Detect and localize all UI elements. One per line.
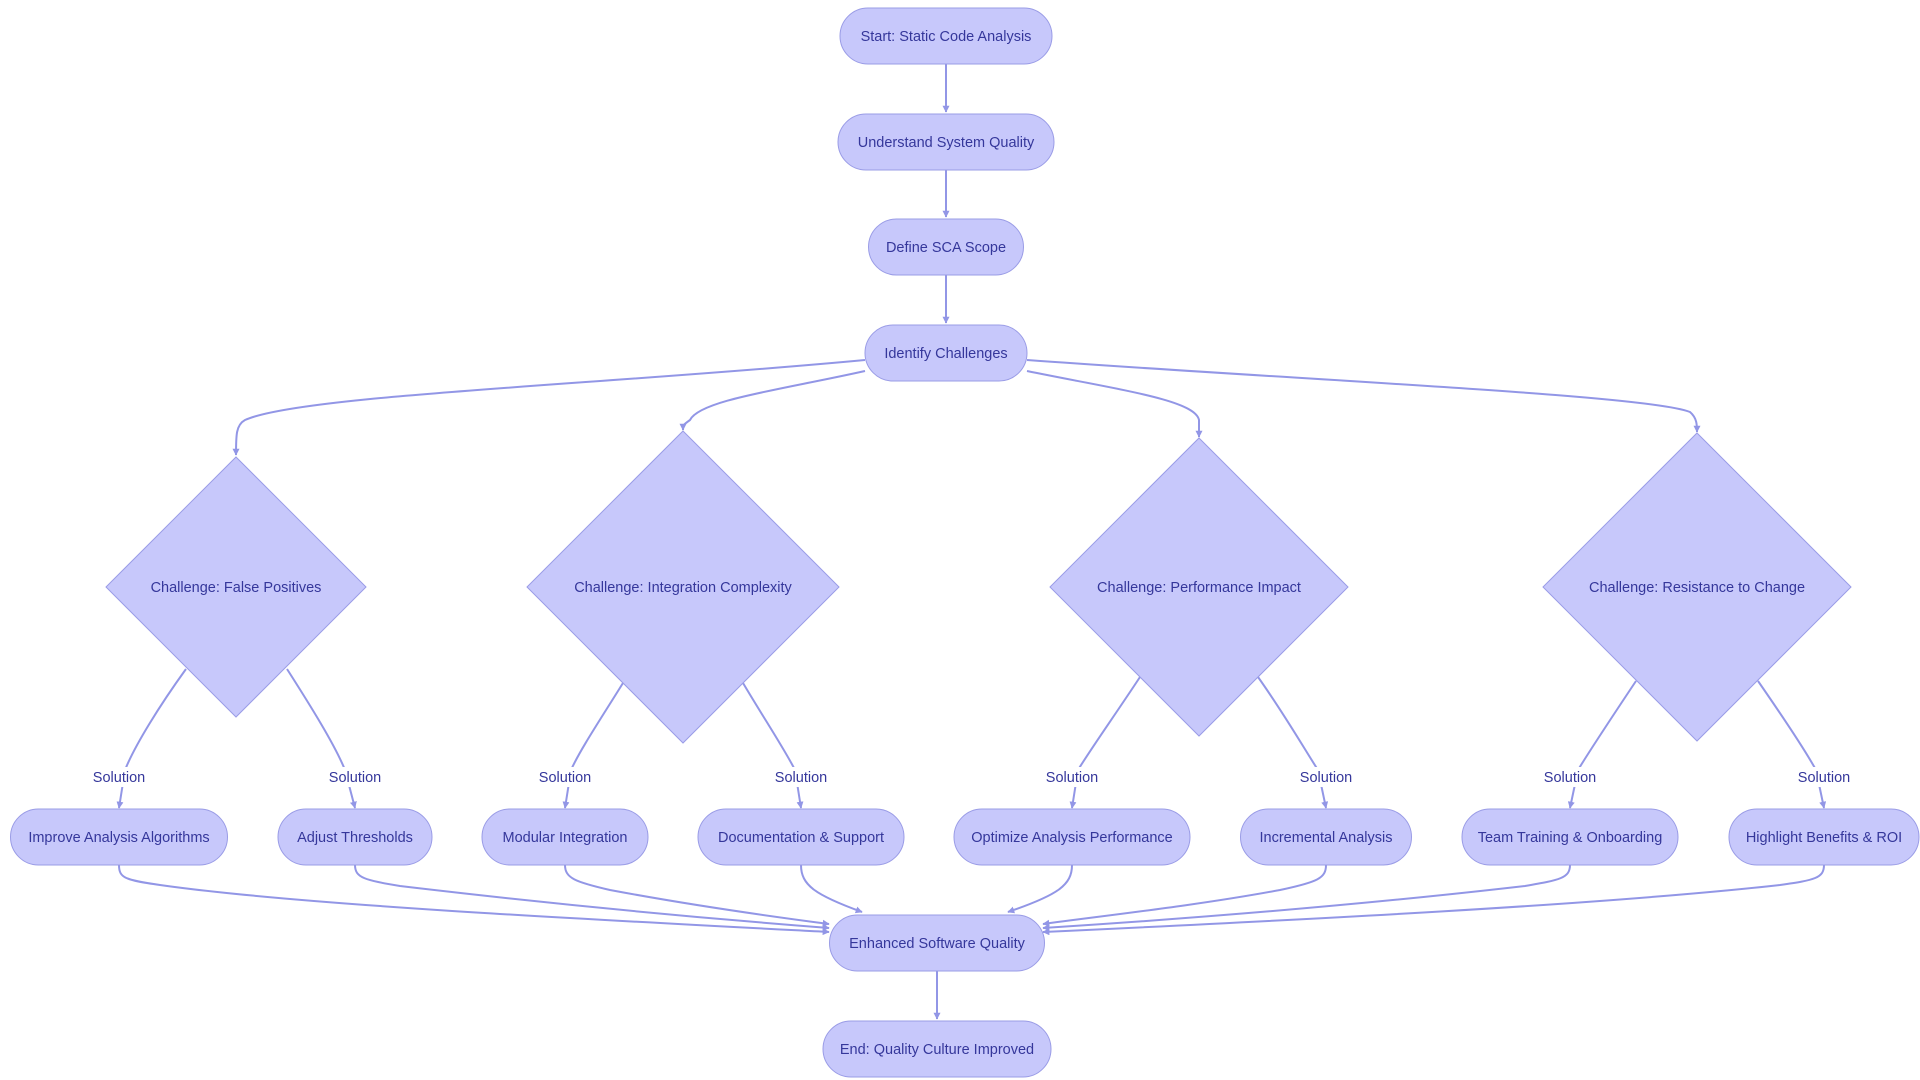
edge-label-solution: Solution	[1798, 770, 1850, 786]
node-label: Challenge: Resistance to Change	[1589, 580, 1805, 596]
node-identify[interactable]: Identify Challenges	[864, 324, 1028, 382]
edge-label-solution: Solution	[1300, 770, 1352, 786]
edge-label-solution: Solution	[1046, 770, 1098, 786]
node-label: Adjust Thresholds	[297, 830, 413, 846]
node-label: Highlight Benefits & ROI	[1746, 830, 1902, 846]
edge-labels-layer: Solution Solution Solution Solution Solution…	[89, 767, 1854, 787]
node-label: Modular Integration	[503, 830, 628, 846]
node-label: Enhanced Software Quality	[849, 936, 1025, 952]
node-label: Optimize Analysis Performance	[971, 830, 1172, 846]
node-understand[interactable]: Understand System Quality	[837, 113, 1055, 171]
node-label: Start: Static Code Analysis	[861, 29, 1032, 45]
node-label: Understand System Quality	[858, 135, 1035, 151]
edge-identify-c2	[679, 370, 866, 431]
node-s4[interactable]: Documentation & Support	[697, 808, 905, 866]
edge-c3-s5	[1069, 676, 1141, 809]
node-c2[interactable]: Challenge: Integration Complexity	[526, 430, 840, 744]
node-s5[interactable]: Optimize Analysis Performance	[953, 808, 1191, 866]
node-s1[interactable]: Improve Analysis Algorithms	[10, 808, 228, 866]
edge-c1-s2	[286, 668, 357, 809]
edge-label-solution: Solution	[539, 770, 591, 786]
edge-c1-s1	[116, 668, 187, 809]
nodes-layer: Start: Static Code Analysis Understand Sy…	[10, 7, 1920, 1078]
edge-c2-s3	[562, 682, 624, 809]
node-label: Challenge: Integration Complexity	[574, 580, 792, 596]
edge-s5-enhanced	[1007, 864, 1073, 914]
edge-identify-c1	[232, 359, 866, 456]
edge-c2-s4	[742, 682, 804, 809]
node-label: Team Training & Onboarding	[1478, 830, 1663, 846]
edge-c4-s8	[1757, 680, 1827, 809]
edge-s6-enhanced	[1042, 864, 1327, 927]
edge-s3-enhanced	[564, 864, 830, 927]
node-c3[interactable]: Challenge: Performance Impact	[1049, 437, 1349, 737]
edge-identify-c3	[1026, 370, 1203, 438]
node-s8[interactable]: Highlight Benefits & ROI	[1728, 808, 1920, 866]
node-s2[interactable]: Adjust Thresholds	[277, 808, 433, 866]
node-enhanced[interactable]: Enhanced Software Quality	[829, 914, 1045, 972]
node-label: Challenge: Performance Impact	[1097, 580, 1301, 596]
node-s6[interactable]: Incremental Analysis	[1240, 808, 1412, 866]
node-s3[interactable]: Modular Integration	[481, 808, 649, 866]
node-c4[interactable]: Challenge: Resistance to Change	[1542, 432, 1852, 742]
node-label: Identify Challenges	[884, 346, 1007, 362]
flowchart-canvas: Start: Static Code Analysis Understand Sy…	[10, 7, 1920, 1078]
edge-s8-enhanced	[1042, 864, 1825, 936]
edge-label-solution: Solution	[1544, 770, 1596, 786]
edge-label-solution: Solution	[93, 770, 145, 786]
node-label: Improve Analysis Algorithms	[28, 830, 209, 846]
edge-s1-enhanced	[118, 864, 830, 936]
node-label: Challenge: False Positives	[151, 580, 322, 596]
node-define[interactable]: Define SCA Scope	[868, 218, 1024, 276]
node-label: Documentation & Support	[718, 830, 884, 846]
node-end[interactable]: End: Quality Culture Improved	[822, 1020, 1052, 1078]
edge-label-solution: Solution	[329, 770, 381, 786]
edge-label-solution: Solution	[775, 770, 827, 786]
edge-identify-c4	[1026, 359, 1701, 433]
edge-c4-s7	[1567, 680, 1637, 809]
edge-s4-enhanced	[800, 864, 863, 914]
node-s7[interactable]: Team Training & Onboarding	[1461, 808, 1679, 866]
edges-layer	[116, 64, 1827, 1020]
node-label: Incremental Analysis	[1260, 830, 1393, 846]
edge-c3-s6	[1257, 676, 1329, 809]
node-label: End: Quality Culture Improved	[840, 1042, 1034, 1058]
node-label: Define SCA Scope	[886, 240, 1006, 256]
node-c1[interactable]: Challenge: False Positives	[105, 456, 367, 718]
node-start[interactable]: Start: Static Code Analysis	[839, 7, 1053, 65]
